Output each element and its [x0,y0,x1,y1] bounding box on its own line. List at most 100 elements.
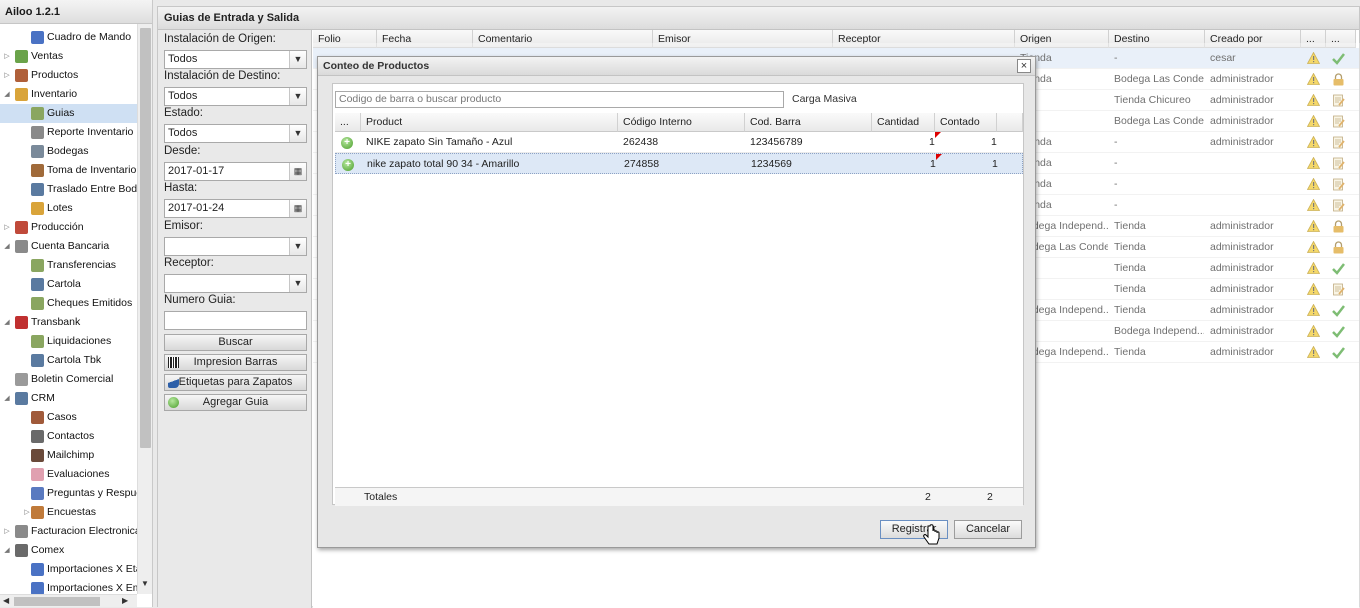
chevron-down-icon[interactable]: ▼ [289,238,306,255]
chevron-down-icon[interactable]: ▼ [289,88,306,105]
desde-date-field[interactable]: 2017-01-17 ▦ [164,162,307,181]
calendar-icon[interactable]: ▦ [289,200,306,217]
hasta-date-field[interactable]: 2017-01-24 ▦ [164,199,307,218]
sidebar-item-label: Casos [47,411,77,423]
add-icon[interactable]: + [342,159,354,171]
scroll-left-arrow-icon[interactable]: ◀ [3,596,9,605]
sidebar-item[interactable]: Importaciones X Etapa [0,560,137,579]
calendar-icon[interactable]: ▦ [289,163,306,180]
cantidad-cell[interactable]: 1 [929,132,935,153]
sidebar-item[interactable]: Transferencias [0,256,137,275]
sidebar-item[interactable]: ▷ Encuestas [0,503,137,522]
impresion-barras-button[interactable]: Impresion Barras [164,354,307,371]
chevron-down-icon[interactable]: ▼ [289,275,306,292]
product-column-header[interactable]: Cod. Barra [745,113,872,132]
sidebar-item[interactable]: ◢ Comex [0,541,137,560]
sidebar-item[interactable]: Guias [0,104,137,123]
collapse-arrow-icon[interactable]: ◢ [3,237,11,256]
buscar-button[interactable]: Buscar [164,334,307,351]
receptor-select[interactable]: ▼ [164,274,307,293]
expand-arrow-icon[interactable]: ▷ [3,66,11,85]
scrollbar-thumb[interactable] [14,597,100,606]
sidebar-item[interactable]: ▷ Facturacion Electronica [0,522,137,541]
expand-arrow-icon[interactable]: ▷ [3,47,11,66]
sidebar: Ailoo 1.2.1 Cuadro de Mando ▷ Ventas ▷ Produ… [0,0,153,607]
panel-title: Guias de Entrada y Salida [158,7,1359,30]
tag-icon [15,50,28,63]
product-column-header[interactable]: Contado [935,113,997,132]
chevron-down-icon[interactable]: ▼ [289,51,306,68]
chevron-down-icon[interactable]: ▼ [289,125,306,142]
box-icon [15,69,28,82]
agregar-guia-button[interactable]: Agregar Guia [164,394,307,411]
sidebar-item[interactable]: Bodegas [0,142,137,161]
cancelar-button[interactable]: Cancelar [954,520,1022,539]
sidebar-item[interactable]: Reporte Inventario [0,123,137,142]
expand-arrow-icon[interactable]: ▷ [3,522,11,541]
sidebar-item[interactable]: Preguntas y Respuestas [0,484,137,503]
collapse-arrow-icon[interactable]: ◢ [3,85,11,104]
product-row[interactable]: + NIKE zapato Sin Tamaño - Azul 262438 1234… [335,132,1023,153]
sidebar-item[interactable]: ▷ Ventas [0,47,137,66]
carga-masiva-link[interactable]: Carga Masiva [792,92,857,107]
collapse-arrow-icon[interactable]: ◢ [3,541,11,560]
hand-cursor-icon [923,524,940,545]
product-search-input[interactable]: Codigo de barra o buscar producto [335,91,784,108]
close-icon[interactable]: × [1017,59,1031,73]
emisor-select[interactable]: ▼ [164,237,307,256]
sidebar-item-label: Preguntas y Respuestas [47,487,137,499]
sidebar-item[interactable]: ▷ Productos [0,66,137,85]
sidebar-item[interactable]: ◢ Transbank [0,313,137,332]
expand-arrow-icon[interactable]: ▷ [23,503,31,522]
product-row[interactable]: + nike zapato total 90 34 - Amarillo 27485… [335,153,1023,174]
sidebar-item[interactable]: Cartola [0,275,137,294]
estado-select[interactable]: Todos ▼ [164,124,307,143]
sidebar-item[interactable]: Cuadro de Mando [0,28,137,47]
scroll-down-arrow-icon[interactable]: ▼ [141,579,149,588]
collapse-arrow-icon[interactable]: ◢ [3,389,11,408]
impresion-barras-label: Impresion Barras [193,356,278,368]
sidebar-item[interactable]: Boletin Comercial [0,370,137,389]
sidebar-item[interactable]: Evaluaciones [0,465,137,484]
cantidad-cell[interactable]: 1 [930,154,936,175]
sidebar-horizontal-scrollbar[interactable]: ◀ ▶ [0,594,137,607]
etiquetas-zapatos-button[interactable]: Etiquetas para Zapatos [164,374,307,391]
product-column-header[interactable]: Código Interno [618,113,745,132]
expand-arrow-icon[interactable]: ▷ [3,218,11,237]
app-title: Ailoo 1.2.1 [0,0,152,24]
sidebar-item[interactable]: Traslado Entre Bodegas [0,180,137,199]
sidebar-item-label: Toma de Inventario [47,164,137,176]
sidebar-item[interactable]: Lotes [0,199,137,218]
sidebar-item-label: Lotes [47,202,73,214]
origen-select[interactable]: Todos ▼ [164,50,307,69]
contado-cell[interactable]: 1 [992,154,998,175]
sidebar-item[interactable]: ◢ Inventario [0,85,137,104]
product-column-header[interactable]: Product [361,113,618,132]
scrollbar-thumb[interactable] [140,28,151,448]
scroll-right-arrow-icon[interactable]: ▶ [122,596,128,605]
product-column-header[interactable]: ... [335,113,361,132]
sidebar-item-label: Producción [31,221,84,233]
sidebar-item[interactable]: ◢ Cuenta Bancaria [0,237,137,256]
sidebar-item-label: Liquidaciones [47,335,112,347]
contado-cell[interactable]: 1 [991,132,997,153]
sidebar-item[interactable]: Contactos [0,427,137,446]
sidebar-item[interactable]: Mailchimp [0,446,137,465]
sidebar-item[interactable]: Cheques Emitidos [0,294,137,313]
sidebar-item-label: Comex [31,544,65,556]
sidebar-item[interactable]: ▷ Producción [0,218,137,237]
add-icon[interactable]: + [341,137,353,149]
column-filler[interactable] [997,113,1023,132]
numero-guia-input[interactable] [164,311,307,330]
collapse-arrow-icon[interactable]: ◢ [3,313,11,332]
product-column-header[interactable]: Cantidad [872,113,935,132]
sidebar-item[interactable]: Toma de Inventario [0,161,137,180]
sidebar-item[interactable]: Cartola Tbk [0,351,137,370]
destino-select[interactable]: Todos ▼ [164,87,307,106]
sidebar-item[interactable]: Liquidaciones [0,332,137,351]
sidebar-vertical-scrollbar[interactable]: ▼ [137,24,152,594]
question-icon [31,487,44,500]
sidebar-item[interactable]: ◢ CRM [0,389,137,408]
bank-icon [15,240,28,253]
sidebar-item[interactable]: Casos [0,408,137,427]
